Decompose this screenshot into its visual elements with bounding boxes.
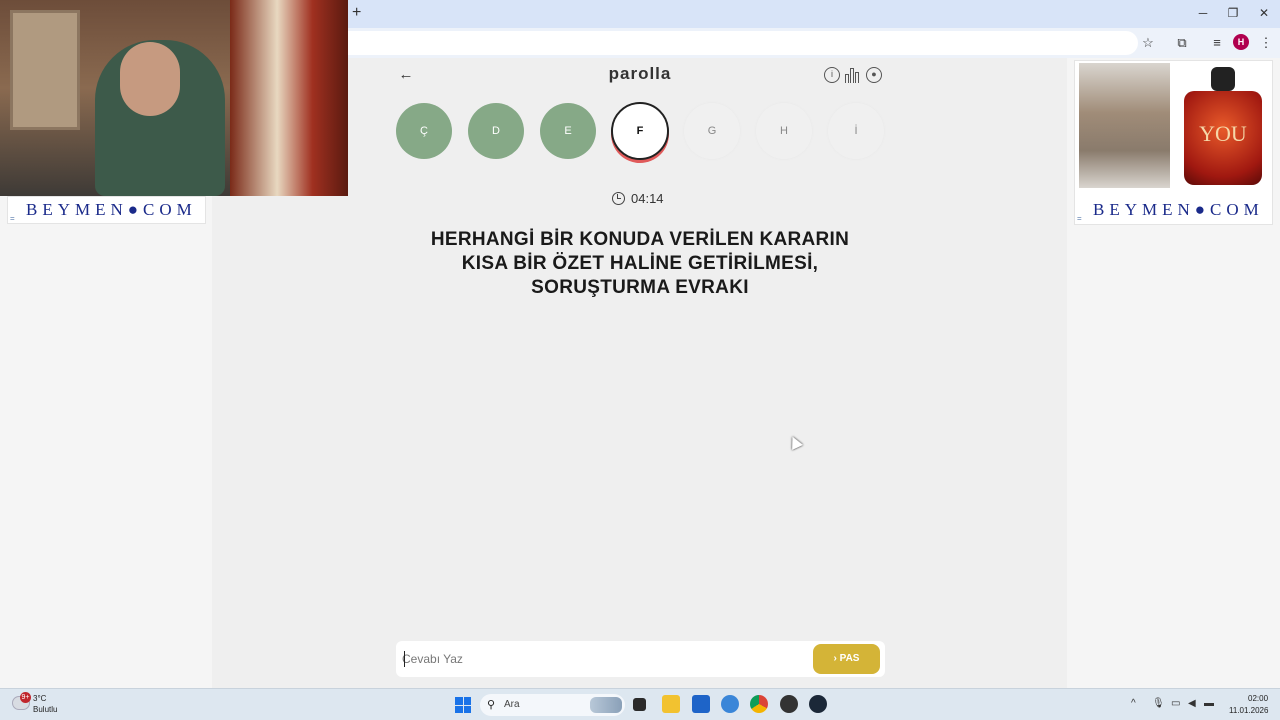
perfume-cap bbox=[1211, 67, 1235, 91]
letter-f-current: F bbox=[611, 102, 669, 160]
webcam-background-curtain bbox=[230, 0, 348, 196]
text-caret bbox=[404, 651, 405, 667]
game-title: parolla bbox=[608, 64, 672, 83]
address-bar[interactable] bbox=[348, 31, 1138, 55]
extensions-icon[interactable]: ⧉ bbox=[1173, 34, 1191, 52]
browser-toolbar: ☆ ⧉ ≡ H ⋮ bbox=[348, 28, 1280, 58]
letter-e: E bbox=[540, 103, 596, 159]
clock-icon bbox=[612, 192, 625, 205]
timer: 04:14 bbox=[612, 191, 664, 207]
perfume-bottle: YOU bbox=[1184, 91, 1262, 185]
steam-icon[interactable] bbox=[809, 695, 827, 713]
restore-icon[interactable]: ❐ bbox=[1225, 6, 1241, 20]
question-text: HERHANGİ BİR KONUDA VERİLEN KARARIN KISA… bbox=[430, 229, 850, 298]
browser-tab-bar: + ─ ❐ ✕ bbox=[348, 0, 1280, 28]
ad-choices-icon[interactable]: = bbox=[10, 214, 15, 223]
weather-temp[interactable]: 3°C bbox=[33, 694, 46, 703]
microphone-icon[interactable]: 🎙 bbox=[1152, 698, 1165, 709]
windows-taskbar: 9+ 3°C Bulutlu ⚲ Ara ^ 🎙 ▭ ◀ ▬ 02:00 11.… bbox=[0, 688, 1280, 720]
chevron-right-icon: › bbox=[833, 653, 837, 664]
file-explorer-icon[interactable] bbox=[662, 695, 680, 713]
answer-input[interactable] bbox=[402, 647, 802, 671]
answer-bar: › PAS bbox=[396, 641, 885, 677]
star-icon[interactable]: ☆ bbox=[1139, 34, 1157, 52]
letter-i-dotted: İ bbox=[828, 103, 884, 159]
ad-coat-image[interactable] bbox=[1079, 63, 1170, 188]
chevron-up-icon[interactable]: ^ bbox=[1131, 698, 1136, 709]
ad-perfume-image[interactable]: YOU bbox=[1177, 63, 1270, 188]
info-icon[interactable]: i bbox=[824, 67, 840, 83]
more-icon[interactable]: ⋮ bbox=[1257, 34, 1275, 52]
user-icon[interactable]: ● bbox=[866, 67, 882, 83]
search-placeholder: Ara bbox=[504, 699, 520, 710]
left-ad-banner[interactable]: BEYMEN●COM = bbox=[7, 196, 206, 224]
left-ad-brand: BEYMEN●COM bbox=[26, 200, 197, 219]
taskbar-search[interactable]: ⚲ Ara bbox=[480, 694, 625, 716]
webcam-background-door bbox=[10, 10, 80, 130]
media-icon[interactable]: ≡ bbox=[1208, 34, 1226, 52]
close-icon[interactable]: ✕ bbox=[1256, 6, 1272, 20]
right-ad-banner[interactable]: YOU BEYMEN●COM = bbox=[1074, 60, 1273, 225]
webcam-person-head bbox=[120, 42, 180, 116]
back-arrow-icon[interactable]: ← bbox=[396, 66, 416, 84]
taskbar-time[interactable]: 02:00 bbox=[1248, 694, 1268, 703]
letter-d: D bbox=[468, 103, 524, 159]
new-tab-icon[interactable]: + bbox=[352, 4, 361, 22]
store-icon[interactable] bbox=[692, 695, 710, 713]
task-view-icon[interactable] bbox=[633, 698, 646, 711]
outlook-icon[interactable] bbox=[721, 695, 739, 713]
profile-icon[interactable]: H bbox=[1233, 34, 1249, 50]
letter-h: H bbox=[756, 103, 812, 159]
weather-badge: 9+ bbox=[20, 692, 31, 703]
network-icon[interactable]: ▭ bbox=[1171, 698, 1180, 709]
left-ad-column bbox=[0, 196, 212, 688]
taskbar-date[interactable]: 11.01.2026 bbox=[1229, 706, 1268, 715]
battery-icon[interactable]: ▬ bbox=[1204, 698, 1214, 709]
app-icon[interactable] bbox=[780, 695, 798, 713]
webcam-overlay bbox=[0, 0, 348, 196]
letter-g: G bbox=[684, 103, 740, 159]
start-icon[interactable] bbox=[455, 697, 471, 713]
timer-value: 04:14 bbox=[631, 191, 664, 206]
ad-choices-icon[interactable]: = bbox=[1077, 214, 1082, 223]
letter-c-cedilla: Ç bbox=[396, 103, 452, 159]
pass-button-label: PAS bbox=[839, 653, 860, 664]
minimize-icon[interactable]: ─ bbox=[1195, 6, 1211, 20]
weather-desc[interactable]: Bulutlu bbox=[33, 705, 57, 714]
chrome-icon[interactable] bbox=[750, 695, 768, 713]
volume-icon[interactable]: ◀ bbox=[1188, 698, 1196, 709]
perfume-label: YOU bbox=[1199, 121, 1247, 146]
search-icon: ⚲ bbox=[487, 699, 496, 711]
pass-button[interactable]: › PAS bbox=[813, 644, 880, 674]
stats-icon[interactable] bbox=[845, 67, 861, 83]
search-highlight-image bbox=[590, 697, 622, 713]
right-ad-brand: BEYMEN●COM bbox=[1093, 200, 1264, 219]
